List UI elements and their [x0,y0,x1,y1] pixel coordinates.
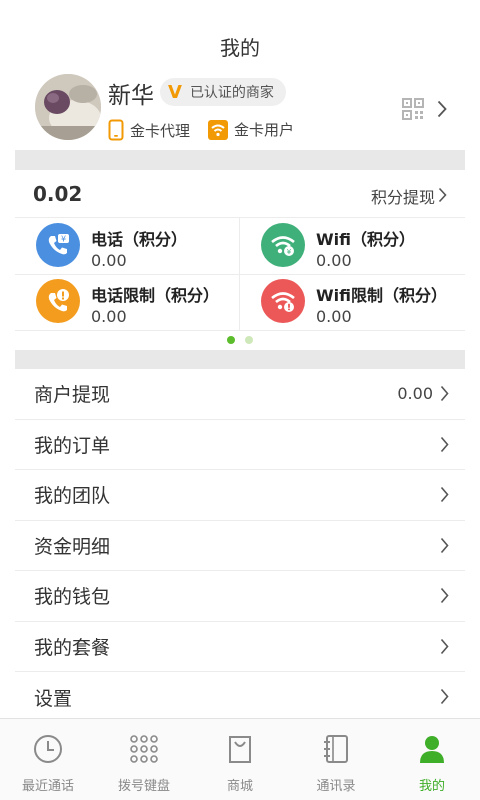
chevron-right-icon [440,537,449,558]
tab-label: 商城 [226,779,253,794]
card-wifi-points[interactable]: ¥ Wifi（积分） 0.00 [240,218,465,274]
wifi-limit-icon [261,279,305,323]
certified-label: 已认证的商家 [189,85,274,101]
chevron-right-icon[interactable] [438,187,447,207]
person-icon [416,733,448,769]
menu-my-orders[interactable]: 我的订单 [15,420,465,470]
menu-label: 商户提现 [34,384,111,407]
card-label: 电话（积分） [91,230,188,249]
grid-divider [15,274,465,275]
chevron-right-icon[interactable] [437,100,447,122]
svg-text:¥: ¥ [61,235,66,244]
menu-list: 商户提现 0.00 我的订单 我的团队 资金明细 我的钱包 我的套餐 设置 [15,369,465,723]
page-dot[interactable] [245,336,253,344]
card-value: 0.00 [316,307,352,326]
grid-divider [15,330,465,331]
keypad-icon [128,733,160,769]
menu-value: 0.00 [397,384,433,404]
avatar[interactable] [35,74,101,140]
role-user: 金卡用户 [208,119,294,140]
chevron-right-icon [440,638,449,659]
menu-label: 设置 [34,687,73,710]
card-label: 电话限制（积分） [91,286,220,305]
verified-v-icon: V [168,81,182,103]
card-wifi-limit-points[interactable]: Wifi限制（积分） 0.00 [240,274,465,330]
svg-text:¥: ¥ [287,248,292,256]
menu-label: 我的订单 [34,434,111,457]
top-bar: 我的 [0,0,480,72]
card-value: 0.00 [91,307,127,326]
chevron-right-icon [440,436,449,457]
tab-label: 我的 [418,779,445,794]
menu-settings[interactable]: 设置 [15,672,465,723]
menu-label: 我的套餐 [34,636,111,659]
menu-merchant-withdraw[interactable]: 商户提现 0.00 [15,369,465,420]
chevron-right-icon [440,688,449,709]
role-label: 金卡用户 [234,121,295,139]
points-withdraw-link[interactable]: 积分提现 [371,184,435,208]
wifi-icon [208,119,228,140]
points-amount: 0.02 [33,182,83,206]
section-divider [15,150,465,170]
menu-label: 我的钱包 [34,586,111,609]
tab-label: 最近通话 [21,779,74,794]
qr-code-icon[interactable] [402,98,424,124]
phone-icon [108,119,124,141]
card-phone-points[interactable]: ¥ 电话（积分） 0.00 [15,218,240,274]
phone-points-icon: ¥ [36,223,80,267]
profile-card[interactable]: 新华 V 已认证的商家 金卡代理 金卡用户 [0,72,480,150]
card-label: Wifi限制（积分） [316,286,447,305]
tab-mall[interactable]: 商城 [192,719,288,800]
card-value: 0.00 [91,251,127,270]
tab-keypad[interactable]: 拨号键盘 [96,719,192,800]
contacts-icon [320,733,352,769]
section-divider [15,350,465,369]
role-label: 金卡代理 [130,121,191,140]
card-phone-limit-points[interactable]: 电话限制（积分） 0.00 [15,274,240,330]
tab-recent-calls[interactable]: 最近通话 [0,719,96,800]
user-name: 新华 [108,83,154,109]
menu-my-team[interactable]: 我的团队 [15,470,465,521]
card-label: Wifi（积分） [316,230,415,249]
shopping-bag-icon [224,733,256,769]
page-title: 我的 [220,35,260,60]
menu-fund-details[interactable]: 资金明细 [15,521,465,571]
tab-contacts[interactable]: 通讯录 [288,719,384,800]
page-dot-active[interactable] [227,336,235,344]
tab-mine[interactable]: 我的 [384,719,480,800]
certified-badge: V 已认证的商家 [160,78,286,106]
menu-label: 我的团队 [34,485,111,508]
chevron-right-icon [440,385,449,406]
page-indicator [0,336,480,344]
chevron-right-icon [440,587,449,608]
menu-my-package[interactable]: 我的套餐 [15,622,465,672]
role-agent: 金卡代理 [108,119,190,141]
menu-my-wallet[interactable]: 我的钱包 [15,571,465,622]
tab-label: 拨号键盘 [117,779,170,794]
clock-icon [32,733,64,769]
points-row[interactable]: 0.02 积分提现 [15,172,465,218]
phone-limit-icon [36,279,80,323]
wifi-points-icon: ¥ [261,223,305,267]
bottom-tab-bar: 最近通话 拨号键盘 商城 通讯录 我的 [0,718,480,800]
card-value: 0.00 [316,251,352,270]
chevron-right-icon [440,486,449,507]
menu-label: 资金明细 [34,535,111,558]
tab-label: 通讯录 [316,779,356,794]
